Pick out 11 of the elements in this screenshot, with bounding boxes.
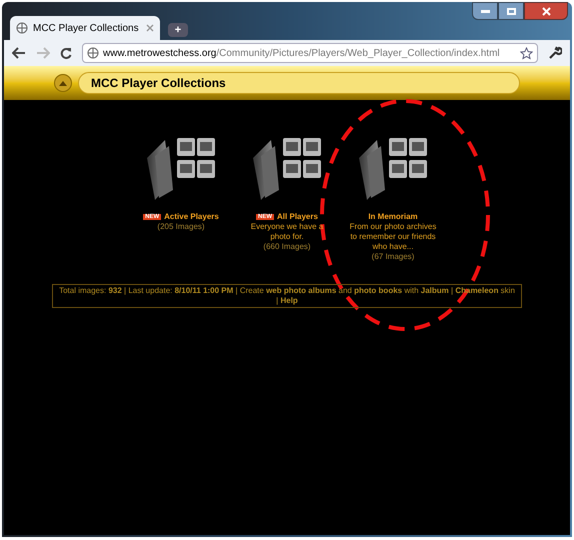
image-count: (660 Images)	[262, 242, 312, 252]
image-count: (205 Images)	[156, 222, 206, 232]
address-field[interactable]: www.metrowestchess.org/Community/Pictures/Players/Web_Player_Collection/index.html	[82, 43, 538, 63]
album-description: From our photo archives to remember our friends who have...	[348, 222, 438, 252]
image-count: (67 Images)	[370, 252, 416, 262]
url-text: www.metrowestchess.org/Community/Pictures/Players/Web_Player_Collection/index.html	[103, 46, 500, 60]
page-title: MCC Player Collections	[91, 75, 226, 92]
tab-title: MCC Player Collections	[33, 22, 139, 36]
new-tab-button[interactable]: +	[168, 23, 188, 37]
browser-tab[interactable]: MCC Player Collections	[10, 16, 160, 40]
album-title[interactable]: In Memoriam	[350, 212, 436, 222]
